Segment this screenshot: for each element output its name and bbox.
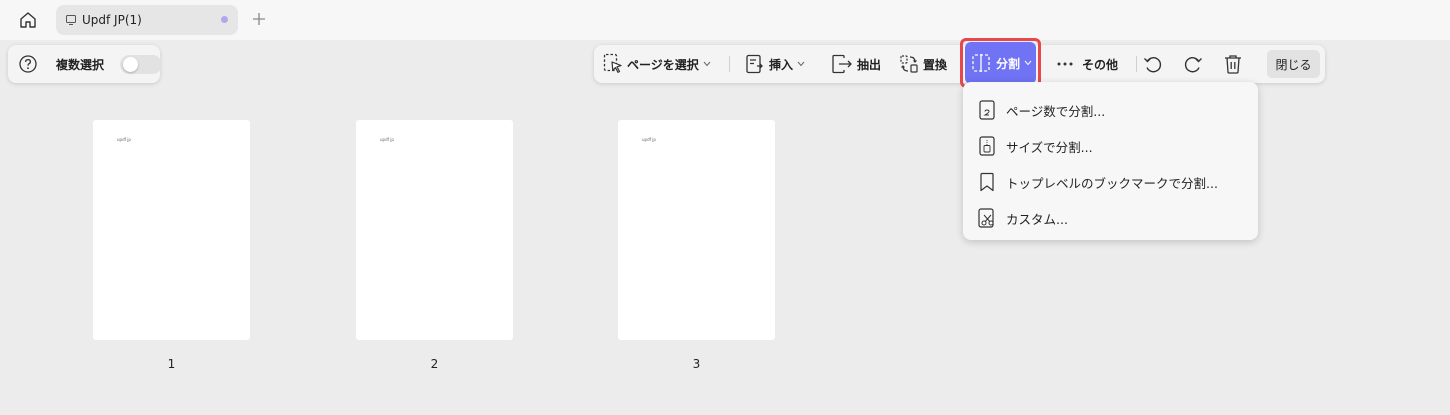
menu-item-label: サイズで分割... (1006, 139, 1093, 155)
page-thumbnail[interactable]: updf jp (618, 120, 775, 340)
chevron-down-icon (797, 61, 805, 67)
page-count-icon (978, 100, 996, 120)
select-page-label: ページを選択 (627, 57, 699, 72)
home-button[interactable] (14, 7, 42, 33)
replace-button[interactable]: 置換 (899, 49, 947, 79)
rotate-right-icon (1184, 57, 1202, 73)
rotate-left-icon (1144, 57, 1162, 73)
rotate-right-button[interactable] (1182, 49, 1204, 79)
document-icon (64, 13, 78, 27)
toolbar-divider (729, 56, 730, 72)
menu-item-split-custom[interactable]: カスタム... (963, 200, 1258, 236)
tab-bar: Updf JP(1) (0, 0, 1450, 40)
more-label: その他 (1082, 57, 1119, 72)
page-thumbnail-text: updf jp (117, 137, 131, 142)
more-button[interactable]: その他 (1056, 49, 1118, 79)
home-icon (20, 12, 36, 28)
extract-label: 抽出 (857, 57, 882, 72)
chevron-down-icon (703, 61, 711, 67)
menu-item-split-by-bookmark[interactable]: トップレベルのブックマークで分割... (963, 164, 1258, 200)
document-tab-title: Updf JP(1) (82, 13, 142, 27)
scissors-page-icon (978, 208, 996, 228)
page-thumbnail[interactable]: updf jp (93, 120, 250, 340)
extract-button[interactable]: 抽出 (831, 49, 881, 79)
rotate-left-button[interactable] (1142, 49, 1164, 79)
file-size-icon (978, 136, 996, 156)
split-dropdown-menu: ページ数で分割... サイズで分割... トップレベルのブックマークで分割...… (963, 82, 1258, 240)
multi-select-label: 複数選択 (56, 57, 105, 72)
page-number: 1 (167, 357, 176, 371)
toolbar-divider (1136, 56, 1137, 72)
bookmark-icon (978, 172, 996, 192)
select-page-button[interactable]: ページを選択 (603, 49, 711, 79)
highlight-box (960, 38, 1041, 88)
question-icon[interactable] (18, 54, 38, 74)
replace-label: 置換 (923, 57, 948, 72)
insert-icon (746, 54, 763, 74)
menu-item-label: カスタム... (1006, 211, 1068, 227)
page-thumbnail-text: updf jp (642, 137, 656, 142)
unsaved-indicator (221, 16, 228, 23)
page-number: 3 (692, 357, 701, 371)
cursor-select-icon (603, 53, 622, 73)
trash-icon (1225, 55, 1241, 74)
multi-select-toggle[interactable] (120, 55, 162, 74)
insert-button[interactable]: 挿入 (745, 49, 805, 79)
page-thumbnail-text: updf jp (380, 137, 394, 142)
menu-item-label: トップレベルのブックマークで分割... (1006, 175, 1218, 191)
plus-icon (253, 13, 265, 25)
ellipsis-icon (1057, 62, 1073, 66)
toggle-knob (123, 57, 138, 72)
page-thumbnail[interactable]: updf jp (356, 120, 513, 340)
menu-item-split-by-size[interactable]: サイズで分割... (963, 128, 1258, 164)
delete-button[interactable] (1223, 49, 1243, 79)
menu-item-label: ページ数で分割... (1006, 103, 1106, 119)
new-tab-button[interactable] (249, 9, 269, 29)
replace-icon (900, 55, 918, 73)
menu-item-split-by-page-count[interactable]: ページ数で分割... (963, 92, 1258, 128)
multi-select-panel: 複数選択 (8, 45, 162, 83)
extract-icon (832, 54, 852, 74)
close-button[interactable]: 閉じる (1267, 50, 1320, 78)
document-tab[interactable]: Updf JP(1) (56, 5, 238, 35)
insert-label: 挿入 (769, 57, 794, 72)
page-number: 2 (430, 357, 439, 371)
